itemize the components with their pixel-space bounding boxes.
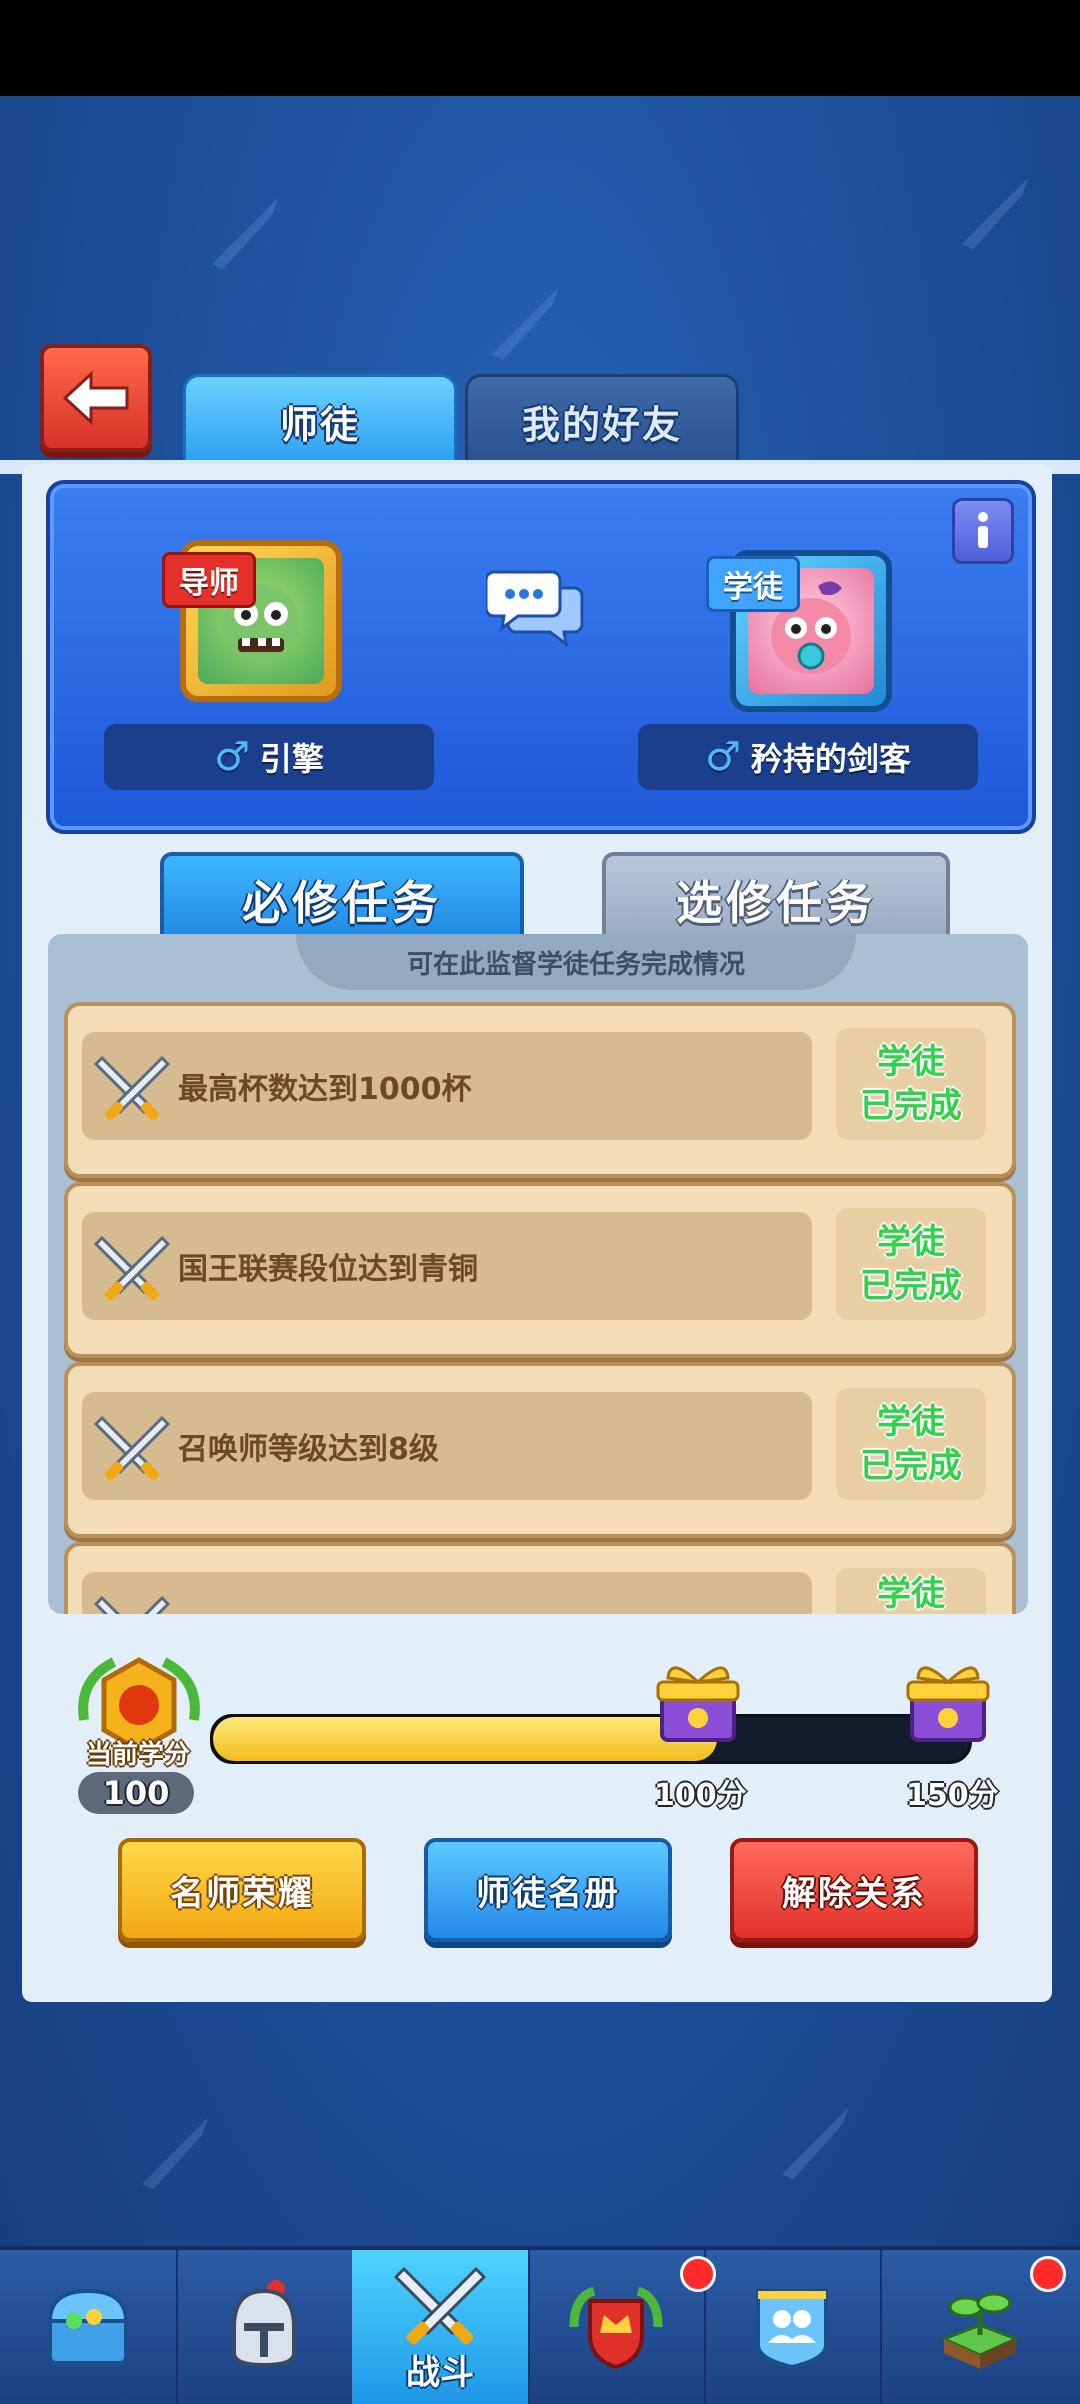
gift-box-icon[interactable] xyxy=(900,1652,996,1748)
credit-progress-bar xyxy=(210,1714,972,1764)
nav-item-clan[interactable] xyxy=(528,2250,716,2404)
chat-bubble-icon[interactable] xyxy=(486,566,586,646)
task-row: 国王联赛段位达到青铜 学徒 已完成 xyxy=(64,1182,1016,1358)
mentor-name-plate: ♂ 引擎 xyxy=(104,724,434,790)
sword-pattern-icon xyxy=(142,2118,208,2190)
task-status: 学徒 已完成 xyxy=(836,1208,986,1320)
nav-label-battle: 战斗 xyxy=(406,2353,474,2393)
status-line: 学徒 xyxy=(877,1574,945,1614)
sword-pattern-icon xyxy=(962,178,1028,250)
info-icon xyxy=(978,512,988,548)
tab-my-friends[interactable]: 我的好友 xyxy=(465,374,739,465)
mentor-role-tag: 导师 xyxy=(162,552,256,608)
nav-item-chest[interactable] xyxy=(0,2250,178,2404)
crown-shield-icon xyxy=(569,2286,663,2370)
credit-label: 当前学分 xyxy=(85,1740,190,1770)
back-arrow-icon xyxy=(62,370,129,426)
nav-item-battle[interactable]: 战斗 xyxy=(352,2250,530,2404)
milestone-label: 150分 xyxy=(906,1778,999,1813)
task-row: 学徒 xyxy=(64,1542,1016,1614)
crossed-swords-icon xyxy=(93,1595,171,1614)
tab-mentorship[interactable]: 师徒 xyxy=(183,374,457,465)
status-line: 已完成 xyxy=(860,1266,962,1306)
status-line: 已完成 xyxy=(860,1086,962,1126)
info-button[interactable] xyxy=(952,498,1014,564)
treasure-chest-icon xyxy=(47,2288,129,2365)
sprout-icon xyxy=(940,2292,1020,2369)
task-row: 召唤师等级达到8级 学徒 已完成 xyxy=(64,1362,1016,1538)
task-status: 学徒 已完成 xyxy=(836,1388,986,1500)
task-status: 学徒 xyxy=(836,1568,986,1614)
task-text: 最高杯数达到1000杯 xyxy=(178,1072,472,1107)
crossed-swords-icon xyxy=(93,1055,171,1121)
knight-helmet-icon xyxy=(232,2280,296,2368)
nav-item-garden[interactable] xyxy=(880,2250,1080,2404)
crossed-swords-icon xyxy=(93,1235,171,1301)
male-icon: ♂ xyxy=(705,734,741,780)
status-bar xyxy=(0,0,1080,96)
nav-item-heroes[interactable] xyxy=(176,2250,354,2404)
male-icon: ♂ xyxy=(214,734,250,780)
crossed-swords-icon xyxy=(393,2266,487,2345)
crossed-swords-icon xyxy=(93,1415,171,1481)
status-line: 学徒 xyxy=(877,1042,945,1082)
status-line: 已完成 xyxy=(860,1446,962,1486)
task-hint: 可在此监督学徒任务完成情况 xyxy=(296,934,856,990)
task-status: 学徒 已完成 xyxy=(836,1028,986,1140)
milestone-label: 100分 xyxy=(654,1778,747,1813)
student-name: 矜持的剑客 xyxy=(750,740,911,778)
task-row: 最高杯数达到1000杯 学徒 已完成 xyxy=(64,1002,1016,1178)
status-line: 学徒 xyxy=(877,1222,945,1262)
bottom-nav: 战斗 xyxy=(0,2246,1080,2404)
status-line: 学徒 xyxy=(877,1402,945,1442)
sword-pattern-icon xyxy=(212,198,278,270)
task-text: 国王联赛段位达到青铜 xyxy=(178,1252,478,1287)
social-icon xyxy=(756,2289,828,2370)
roster-button[interactable]: 师徒名册 xyxy=(424,1838,672,1942)
student-role-tag: 学徒 xyxy=(706,556,800,612)
dissolve-relation-button[interactable]: 解除关系 xyxy=(730,1838,978,1942)
nav-item-social[interactable] xyxy=(704,2250,882,2404)
famous-mentor-button[interactable]: 名师荣耀 xyxy=(118,1838,366,1942)
notification-dot xyxy=(1030,2256,1066,2292)
sword-pattern-icon xyxy=(492,288,558,360)
task-list[interactable]: 可在此监督学徒任务完成情况 最高杯数达到1000杯 学徒 已完成 国王联赛段位达 xyxy=(48,934,1028,1614)
gift-box-icon[interactable] xyxy=(650,1652,746,1748)
tab-elective-tasks[interactable]: 选修任务 xyxy=(602,852,950,944)
back-button[interactable] xyxy=(40,344,152,452)
mentor-name: 引擎 xyxy=(259,740,324,778)
tab-required-tasks[interactable]: 必修任务 xyxy=(160,852,524,944)
task-text: 召唤师等级达到8级 xyxy=(178,1432,439,1467)
credit-value: 100 xyxy=(78,1772,194,1814)
sword-pattern-icon xyxy=(782,2108,848,2180)
student-name-plate: ♂ 矜持的剑客 xyxy=(638,724,978,790)
credit-progress-fill xyxy=(213,1717,718,1761)
